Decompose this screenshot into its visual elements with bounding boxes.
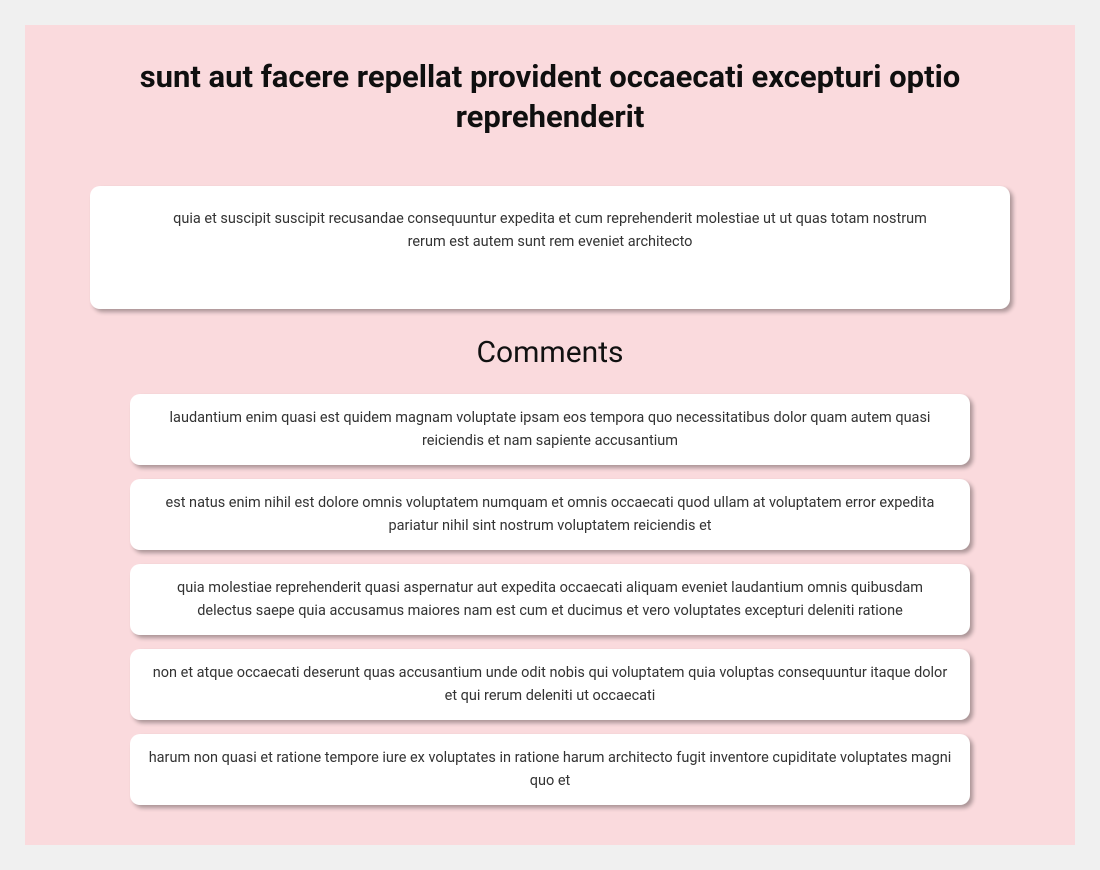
- comment-item: quia molestiae reprehenderit quasi asper…: [130, 564, 970, 635]
- comment-item: non et atque occaecati deserunt quas acc…: [130, 649, 970, 720]
- comments-heading: Comments: [476, 335, 623, 370]
- comment-item: laudantium enim quasi est quidem magnam …: [130, 394, 970, 465]
- comments-list: laudantium enim quasi est quidem magnam …: [130, 394, 970, 805]
- post-title: sunt aut facere repellat provident occae…: [75, 57, 1025, 136]
- comment-item: est natus enim nihil est dolore omnis vo…: [130, 479, 970, 550]
- post-card: sunt aut facere repellat provident occae…: [25, 25, 1075, 845]
- comment-item: harum non quasi et ratione tempore iure …: [130, 734, 970, 805]
- post-body: quia et suscipit suscipit recusandae con…: [90, 186, 1010, 309]
